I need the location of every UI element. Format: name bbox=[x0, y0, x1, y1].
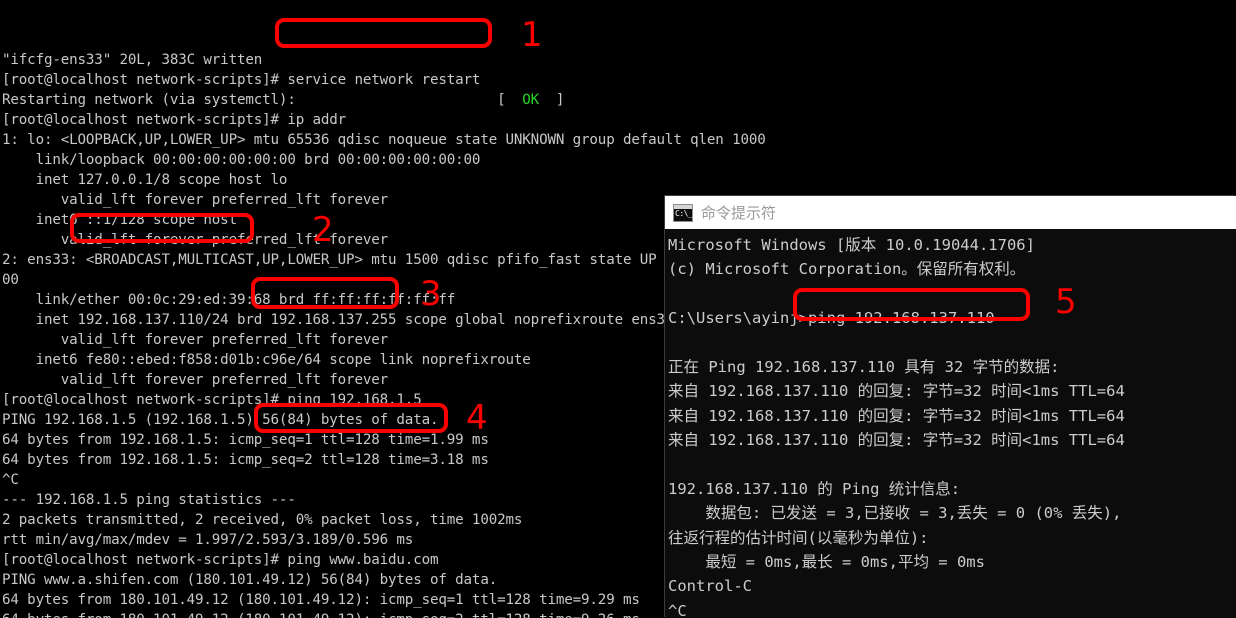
cmd-line: 192.168.137.110 的 Ping 统计信息: bbox=[668, 479, 961, 498]
cmd-title-bar[interactable]: C:\_ 命令提示符 bbox=[665, 196, 1236, 229]
terminal-line: Restarting network (via systemctl): [ OK… bbox=[2, 92, 565, 108]
terminal-line: 1: lo: <LOOPBACK,UP,LOWER_UP> mtu 65536 … bbox=[2, 132, 766, 148]
cmd-line: 来自 192.168.137.110 的回复: 字节=32 时间<1ms TTL… bbox=[668, 406, 1125, 425]
cmd-line bbox=[668, 453, 1236, 477]
cmd-line: 来自 192.168.137.110 的回复: 字节=32 时间<1ms TTL… bbox=[668, 382, 1125, 401]
cmd-line: 最短 = 0ms,最长 = 0ms,平均 = 0ms bbox=[668, 553, 985, 572]
cmd-line: 来自 192.168.137.110 的回复: 字节=32 时间<1ms TTL… bbox=[668, 431, 1125, 450]
cmd-line: 往返行程的估计时间(以毫秒为单位): bbox=[668, 528, 929, 547]
cmd-line bbox=[668, 331, 1236, 355]
status-ok: OK bbox=[522, 92, 540, 108]
terminal-line: link/loopback 00:00:00:00:00:00 brd 00:0… bbox=[2, 152, 481, 168]
command-prompt-window[interactable]: C:\_ 命令提示符 Microsoft Windows [版本 10.0.19… bbox=[665, 196, 1236, 618]
cmd-line: C:\Users\ayinj>ping 192.168.137.110 bbox=[668, 309, 995, 328]
screen-root: "ifcfg-ens33" 20L, 383C written [root@loc… bbox=[0, 0, 1236, 618]
terminal-line: [root@localhost network-scripts]# servic… bbox=[2, 72, 481, 88]
terminal-line: "ifcfg-ens33" 20L, 383C written bbox=[2, 52, 263, 68]
cmd-line: 数据包: 已发送 = 3,已接收 = 3,丢失 = 0 (0% 丢失), bbox=[668, 504, 1122, 523]
cmd-line: (c) Microsoft Corporation。保留所有权利。 bbox=[668, 260, 1026, 279]
terminal-line: inet 127.0.0.1/8 scope host lo bbox=[2, 172, 288, 188]
terminal-line: [root@localhost network-scripts]# ip add… bbox=[2, 112, 347, 128]
cmd-line: Microsoft Windows [版本 10.0.19044.1706] bbox=[668, 236, 1035, 254]
cmd-terminal-output[interactable]: Microsoft Windows [版本 10.0.19044.1706] (c… bbox=[665, 229, 1236, 618]
cmd-line: Control-C bbox=[668, 577, 752, 596]
cmd-window-title: 命令提示符 bbox=[701, 204, 777, 222]
cmd-icon: C:\_ bbox=[673, 203, 693, 222]
cmd-icon-glyph: C:\_ bbox=[675, 208, 693, 218]
cmd-line bbox=[668, 282, 1236, 306]
cmd-line: 正在 Ping 192.168.137.110 具有 32 字节的数据: bbox=[668, 357, 1060, 376]
cmd-line: ^C bbox=[668, 601, 687, 618]
